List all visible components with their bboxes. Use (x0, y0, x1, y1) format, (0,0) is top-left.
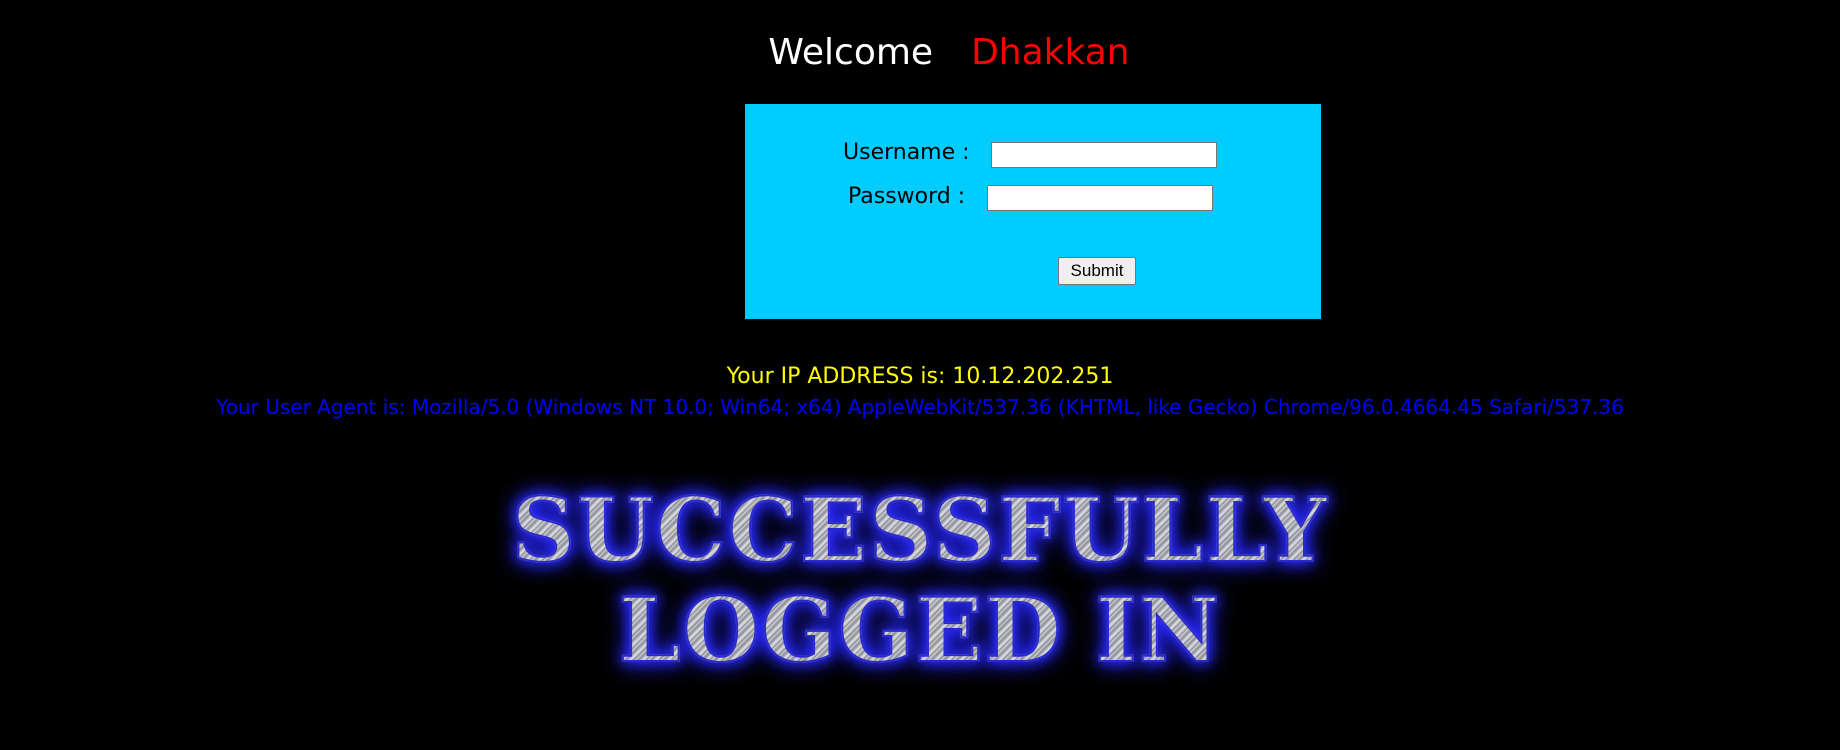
success-banner-line-2: LOGGED IN (618, 578, 1222, 682)
password-input[interactable] (987, 185, 1213, 211)
username-label: Username : (843, 140, 970, 165)
submit-button[interactable]: Submit (1058, 257, 1136, 285)
success-banner-line-1: SUCCESSFULLY (511, 478, 1329, 582)
login-form: Username : Password : Submit (745, 104, 1321, 319)
user-agent-text: Your User Agent is: Mozilla/5.0 (Windows… (216, 395, 1624, 419)
username-input[interactable] (991, 142, 1217, 168)
welcome-label: Welcome (768, 32, 934, 73)
password-label: Password : (848, 184, 966, 209)
welcome-heading: Welcome Dhakkan (0, 28, 1840, 78)
success-banner: SUCCESSFULLY LOGGED IN (0, 478, 1840, 682)
user-name: Dhakkan (971, 32, 1130, 73)
ip-address-text: Your IP ADDRESS is: 10.12.202.251 (726, 364, 1114, 389)
page: Welcome Dhakkan Username : Password : Sub… (0, 0, 1840, 750)
